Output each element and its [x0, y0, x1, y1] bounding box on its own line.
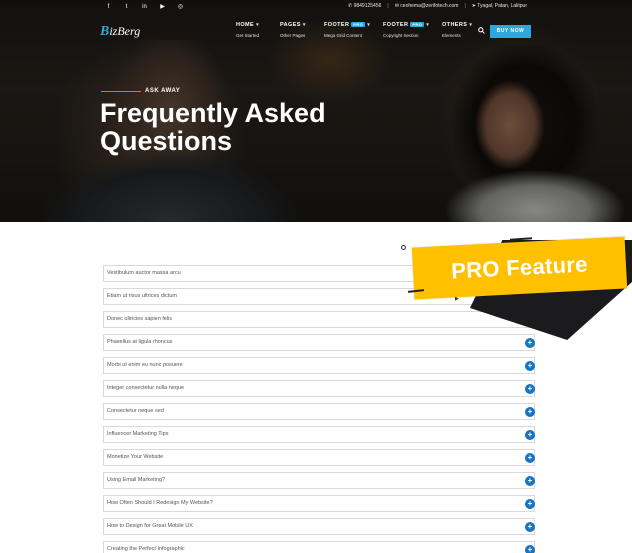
chevron-down-icon: ▾ [302, 22, 306, 28]
plus-icon[interactable]: + [525, 430, 535, 440]
nav-item-pages[interactable]: PAGES ▾ Other Pages [280, 22, 323, 38]
faq-accordion: Vestibulum auctor massa arcu + Etiam ut r… [103, 265, 535, 553]
top-bar: f t in ▶ ◎ ✆ 9849125456 | ✉ ceohema@zeri… [0, 0, 632, 14]
faq-question: How Often Should I Redesign My Website? [107, 500, 213, 506]
hero-kicker: ASK AWAY [101, 88, 180, 94]
faq-item[interactable]: How Often Should I Redesign My Website? + [103, 495, 535, 512]
site-logo[interactable]: BizBerg [100, 24, 140, 40]
buy-now-button[interactable]: BUY NOW [490, 25, 531, 38]
faq-item[interactable]: Using Email Marketing? + [103, 472, 535, 489]
play-icon: ▶ [455, 296, 459, 302]
nav-item-sublabel: Mega Grid Content [324, 33, 363, 38]
chevron-down-icon: ▾ [426, 22, 430, 28]
phone-link[interactable]: ✆ 9849125456 [348, 3, 381, 9]
chevron-down-icon: ▾ [367, 22, 371, 28]
faq-item[interactable]: Morbi ut enim eu nunc posuere + [103, 357, 535, 374]
email-link[interactable]: ✉ ceohema@zerifotech.com [395, 3, 459, 9]
linkedin-icon[interactable]: in [140, 3, 149, 11]
faq-item[interactable]: Influencer Marketing Tips + [103, 426, 535, 443]
chevron-down-icon: ▾ [256, 22, 260, 28]
nav-item-label: FOOTER [383, 22, 409, 28]
divider: | [387, 3, 389, 9]
nav-item-home[interactable]: HOME ▾ Get Started [236, 22, 279, 38]
nav-item-label: OTHERS [442, 22, 468, 28]
faq-item[interactable]: Phasellus at ligula rhoncus + [103, 334, 535, 351]
plus-icon[interactable]: + [525, 522, 535, 532]
faq-item[interactable]: Integer consectetur nulla neque + [103, 380, 535, 397]
page-title: Frequently Asked Questions [100, 98, 326, 156]
nav-item-sublabel: Copyright Section [383, 33, 419, 38]
contact-info: ✆ 9849125456 | ✉ ceohema@zerifotech.com … [348, 3, 527, 9]
decor-circle [401, 245, 406, 250]
kicker-line [101, 90, 141, 92]
nav-item-sublabel: Get Started [236, 33, 260, 38]
faq-question: Donec ultricies sapien felis [107, 316, 173, 322]
faq-question: Monetize Your Website [107, 454, 164, 460]
nav-item-label: HOME [236, 22, 255, 28]
nav-menu: HOME ▾ Get Started PAGES ▾ Other Pages FOO… [236, 22, 486, 38]
faq-item[interactable]: Consectetur neque sed + [103, 403, 535, 420]
twitter-icon[interactable]: t [122, 3, 131, 11]
pro-badge-small: PRO [410, 22, 425, 27]
faq-item[interactable]: How to Design for Great Mobile UX + [103, 518, 535, 535]
plus-icon[interactable]: + [525, 407, 535, 417]
faq-question: How to Design for Great Mobile UX [107, 523, 193, 529]
plus-icon[interactable]: + [525, 499, 535, 509]
faq-item[interactable]: Monetize Your Website + [103, 449, 535, 466]
instagram-icon[interactable]: ◎ [176, 3, 185, 11]
faq-question: Using Email Marketing? [107, 477, 166, 483]
faq-question: Consectetur neque sed [107, 408, 164, 414]
hero-banner: f t in ▶ ◎ ✆ 9849125456 | ✉ ceohema@zeri… [0, 0, 632, 222]
nav-item-footer-copyright[interactable]: FOOTER PRO ▾ Copyright Section [383, 22, 441, 38]
faq-question: Influencer Marketing Tips [107, 431, 169, 437]
nav-item-sublabel: Other Pages [280, 33, 306, 38]
nav-item-label: PAGES [280, 22, 301, 28]
kicker-text: ASK AWAY [145, 88, 181, 94]
plus-icon[interactable]: + [525, 384, 535, 394]
search-icon[interactable] [478, 27, 485, 36]
location-text: ➤ Tyagal, Patan, Lalitpur [471, 3, 528, 9]
faq-question: Morbi ut enim eu nunc posuere [107, 362, 183, 368]
logo-mark: B [100, 24, 110, 39]
social-links: f t in ▶ ◎ [104, 3, 185, 11]
plus-icon[interactable]: + [525, 476, 535, 486]
faq-question: Integer consectetur nulla neque [107, 385, 185, 391]
faq-question: Vestibulum auctor massa arcu [107, 270, 181, 276]
logo-text: izBerg [109, 24, 141, 38]
faq-item[interactable]: Creating the Perfect Infographic + [103, 541, 535, 553]
plus-icon[interactable]: + [525, 361, 535, 371]
facebook-icon[interactable]: f [104, 3, 113, 11]
pro-badge-small: PRO [351, 22, 366, 27]
nav-item-footer-mega[interactable]: FOOTER PRO ▾ Mega Grid Content [324, 22, 382, 38]
main-nav: BizBerg HOME ▾ Get Started PAGES ▾ Other P… [0, 16, 632, 50]
faq-question: Etiam ut risus ultrices dictum [107, 293, 177, 299]
plus-icon[interactable]: + [525, 545, 535, 553]
pro-feature-text: PRO Feature [450, 251, 589, 284]
divider: | [464, 3, 466, 9]
plus-icon[interactable]: + [525, 453, 535, 463]
faq-item[interactable]: Donec ultricies sapien felis+ [103, 311, 535, 328]
plus-icon[interactable]: + [525, 338, 535, 348]
faq-question: Phasellus at ligula rhoncus [107, 339, 173, 345]
pro-feature-badge: PRO Feature [411, 236, 628, 300]
youtube-icon[interactable]: ▶ [158, 3, 167, 11]
nav-item-label: FOOTER [324, 22, 350, 28]
faq-question: Creating the Perfect Infographic [107, 546, 185, 552]
chevron-down-icon: ▾ [469, 22, 473, 28]
